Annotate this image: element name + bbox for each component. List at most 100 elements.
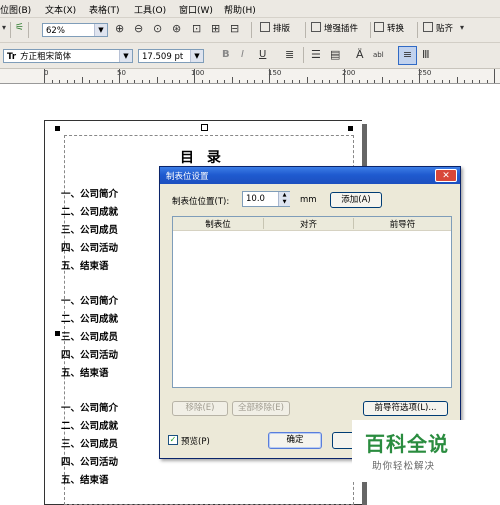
ruler-tick (456, 77, 458, 83)
chevron-down-icon[interactable]: ▼ (119, 50, 132, 62)
ruler-tick (261, 80, 263, 83)
menu-text[interactable]: 文本(X) (45, 3, 76, 16)
ruler-tick (449, 80, 450, 83)
ruler-tick (179, 80, 180, 83)
selection-handle[interactable] (55, 331, 60, 336)
ruler-tick (149, 80, 150, 83)
zoom-all-icon[interactable]: ⊛ (172, 22, 181, 35)
convert-icon (374, 22, 384, 32)
ruler-label: 250 (418, 69, 432, 77)
toc-item: 三、公司成员 (61, 225, 119, 236)
italic-icon[interactable]: I (241, 49, 244, 60)
font-size-value: 17.509 pt (142, 52, 184, 62)
chevron-down-icon[interactable]: ▼ (94, 24, 107, 36)
selection-handle[interactable] (348, 126, 353, 131)
menu-table[interactable]: 表格(T) (89, 3, 120, 16)
dialog-title: 制表位设置 (166, 172, 209, 182)
snap-grid-icon[interactable]: ⚟ (15, 22, 24, 33)
ruler-tick (351, 80, 353, 83)
ruler-label: 100 (191, 69, 205, 77)
text-handle-icon[interactable] (201, 124, 208, 131)
standard-toolbar: ▾ ⚟ 62% ▼ ⊕ ⊖ ⊙ ⊛ ⊡ ⊞ ⊟ 排版 增强插件 转换 贴齐 ▾ (0, 18, 500, 43)
zoom-height-icon[interactable]: ⊟ (230, 22, 239, 35)
dialog-titlebar[interactable]: 制表位设置 ✕ (160, 167, 460, 184)
spin-up-icon[interactable]: ▲ (283, 192, 287, 198)
ruler-tick (336, 80, 338, 83)
menu-window[interactable]: 窗口(W) (179, 3, 213, 16)
enhance-plugin-button[interactable]: 增强插件 (311, 22, 358, 37)
zoom-out-icon[interactable]: ⊖ (134, 22, 143, 35)
ruler-tick (269, 69, 270, 83)
layout-button[interactable]: 排版 (260, 22, 290, 37)
watermark-logo: 百科全说 助你轻松解决 (352, 420, 470, 482)
plugin-icon (311, 22, 321, 32)
chevron-down-icon[interactable]: ▼ (190, 50, 203, 62)
align-icon[interactable]: ≣ (285, 48, 294, 61)
column-header-align[interactable]: 对齐 (264, 218, 353, 230)
ruler-tick (186, 80, 188, 83)
horizontal-ruler[interactable]: 0 50 100 150 200 250 (0, 69, 500, 84)
column-header-leader[interactable]: 前导符 (354, 218, 451, 230)
toc-item: 一、公司简介 (61, 403, 119, 414)
remove-all-button[interactable]: 全部移除(E) (232, 401, 290, 416)
add-button[interactable]: 添加(A) (330, 192, 382, 208)
menu-bar: 位图(B) 文本(X) 表格(T) 工具(O) 窗口(W) 帮助(H) (0, 0, 500, 18)
bold-icon[interactable]: B (222, 49, 230, 60)
menu-help[interactable]: 帮助(H) (224, 3, 256, 16)
toc-item: 四、公司活动 (61, 350, 119, 361)
ruler-tick (111, 80, 113, 83)
character-format-icon[interactable]: Ä (356, 48, 364, 61)
toc-item: 三、公司成员 (61, 439, 119, 450)
underline-icon[interactable]: U (259, 49, 266, 60)
toc-item: 五、结束语 (61, 475, 109, 486)
ruler-tick (434, 80, 435, 83)
ruler-tick (374, 80, 375, 83)
ok-button[interactable]: 确定 (268, 432, 322, 449)
zoom-selected-icon[interactable]: ⊙ (153, 22, 162, 35)
remove-button[interactable]: 移除(E) (172, 401, 228, 416)
chevron-down-icon[interactable]: ▾ (460, 23, 464, 32)
ruler-tick (344, 69, 345, 83)
spin-down-icon[interactable]: ▼ (283, 199, 287, 205)
ruler-tick (494, 69, 495, 83)
ruler-tick (464, 80, 465, 83)
ruler-tick (314, 80, 315, 83)
ruler-tick (441, 80, 443, 83)
ruler-tick (366, 80, 368, 83)
close-icon[interactable]: ✕ (435, 169, 457, 182)
toc-item: 四、公司活动 (61, 457, 119, 468)
zoom-width-icon[interactable]: ⊞ (211, 22, 220, 35)
ruler-tick (411, 80, 413, 83)
drop-cap-icon[interactable]: ▤ (330, 48, 340, 61)
ruler-tick (141, 80, 143, 83)
convert-button[interactable]: 转换 (374, 22, 404, 37)
tab-settings-dialog: 制表位设置 ✕ 制表位位置(T): 10.0 ▲ ▼ mm 添加(A) 制表位 对… (159, 166, 461, 459)
tab-position-label: 制表位位置(T): (172, 197, 230, 207)
horizontal-text-icon[interactable]: ≡ (398, 46, 417, 65)
leader-options-button[interactable]: 前导符选项(L)... (363, 401, 448, 416)
zoom-select[interactable]: 62% ▼ (42, 23, 108, 37)
dropdown-arrow-icon[interactable]: ▾ (2, 23, 6, 32)
font-name-select[interactable]: Tr 方正粗宋简体 ▼ (3, 49, 133, 63)
bullet-list-icon[interactable]: ☰ (311, 48, 321, 61)
zoom-in-icon[interactable]: ⊕ (115, 22, 124, 35)
tab-stop-list[interactable]: 制表位 对齐 前导符 (172, 216, 452, 388)
toc-item: 一、公司简介 (61, 296, 119, 307)
preview-checkbox[interactable]: ✓ (168, 435, 178, 445)
zoom-page-icon[interactable]: ⊡ (192, 22, 201, 35)
ruler-tick (74, 80, 75, 83)
toolbar-separator (303, 47, 304, 63)
vertical-text-icon[interactable]: Ⅲ (422, 48, 430, 61)
column-header-tab[interactable]: 制表位 (173, 218, 263, 230)
menu-bitmap[interactable]: 位图(B) (0, 3, 31, 16)
toolbar-separator (28, 22, 29, 38)
selection-handle[interactable] (55, 126, 60, 131)
font-size-select[interactable]: 17.509 pt ▼ (138, 49, 204, 63)
ruler-tick (126, 80, 128, 83)
snap-icon (423, 22, 433, 32)
spin-button[interactable]: ▲ ▼ (278, 192, 290, 206)
menu-tools[interactable]: 工具(O) (134, 3, 166, 16)
snap-button[interactable]: 贴齐 (423, 22, 453, 37)
edit-text-icon[interactable]: abl (373, 51, 384, 59)
ruler-tick (231, 77, 233, 83)
